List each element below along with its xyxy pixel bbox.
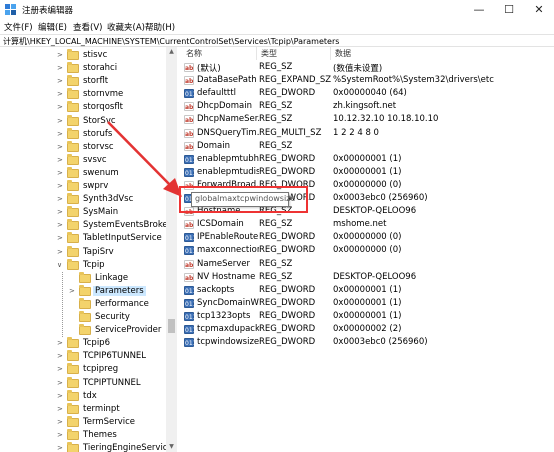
- annotation-arrow: [107, 121, 182, 197]
- value-name-tooltip: globalmaxtcpwindowsize: [191, 192, 295, 207]
